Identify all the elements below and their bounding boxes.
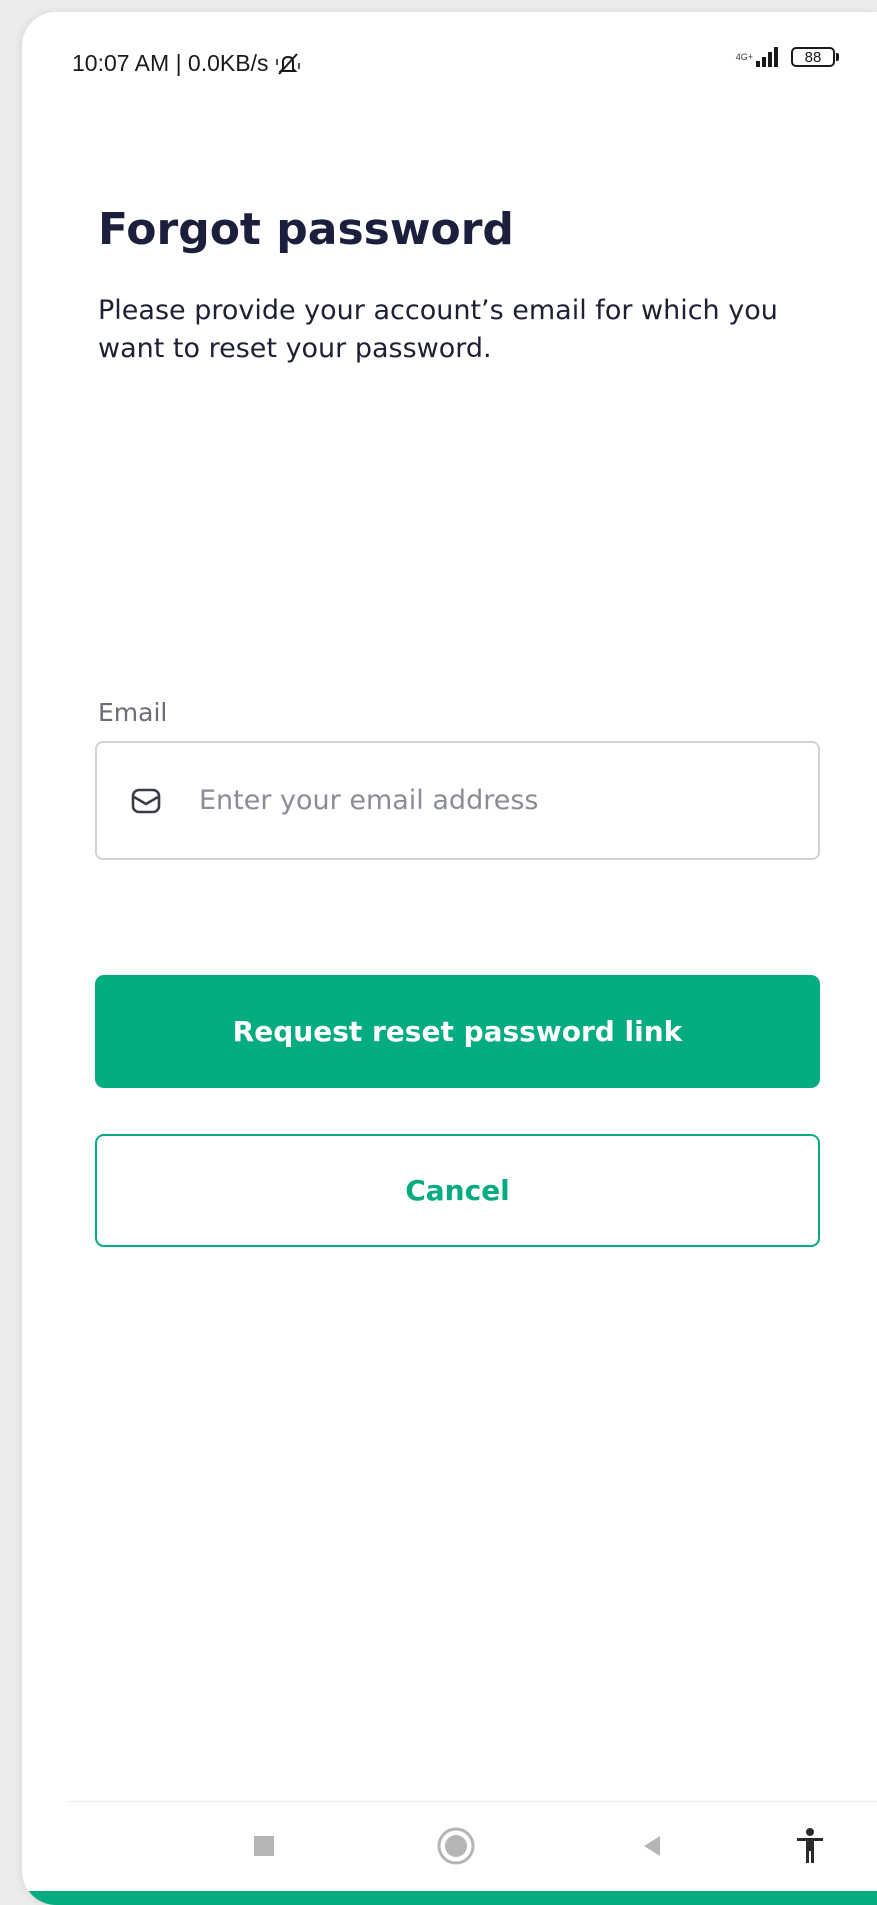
circle-home-icon [437, 1827, 475, 1865]
page-subtitle: Please provide your account’s email for … [98, 295, 778, 364]
status-left: 10:07 AM | 0.0KB/s [72, 50, 302, 77]
battery-level: 88 [791, 47, 835, 67]
email-field[interactable] [95, 741, 820, 860]
battery-tip [836, 53, 839, 61]
accessibility-button[interactable] [788, 1824, 832, 1868]
bottom-accent-bar [22, 1891, 877, 1905]
screenshot-frame: 10:07 AM | 0.0KB/s 4G+ 88 Forgot passwor… [0, 0, 877, 1905]
email-label: Email [98, 698, 168, 727]
mute-notifications-icon [276, 52, 301, 75]
network-type-label: 4G+ [735, 52, 753, 62]
status-right: 4G+ 88 [736, 46, 839, 68]
status-bar: 10:07 AM | 0.0KB/s 4G+ 88 [22, 12, 877, 102]
battery-icon: 88 [791, 47, 839, 67]
square-recents-icon [254, 1836, 274, 1856]
cancel-button[interactable]: Cancel [95, 1134, 820, 1247]
email-input[interactable] [199, 785, 759, 816]
recents-button[interactable] [242, 1824, 286, 1868]
page-title: Forgot password [98, 204, 514, 255]
phone-screen: 10:07 AM | 0.0KB/s 4G+ 88 Forgot passwor… [22, 12, 877, 1905]
signal-strength-icon [756, 47, 778, 67]
home-button[interactable] [434, 1824, 478, 1868]
back-button[interactable] [630, 1824, 674, 1868]
status-time-speed: 10:07 AM | 0.0KB/s [72, 50, 269, 76]
system-nav-bar [22, 1802, 877, 1892]
request-reset-link-button[interactable]: Request reset password link [95, 975, 820, 1088]
mail-icon [131, 788, 161, 813]
accessibility-icon [797, 1828, 823, 1863]
triangle-back-icon [644, 1836, 660, 1856]
